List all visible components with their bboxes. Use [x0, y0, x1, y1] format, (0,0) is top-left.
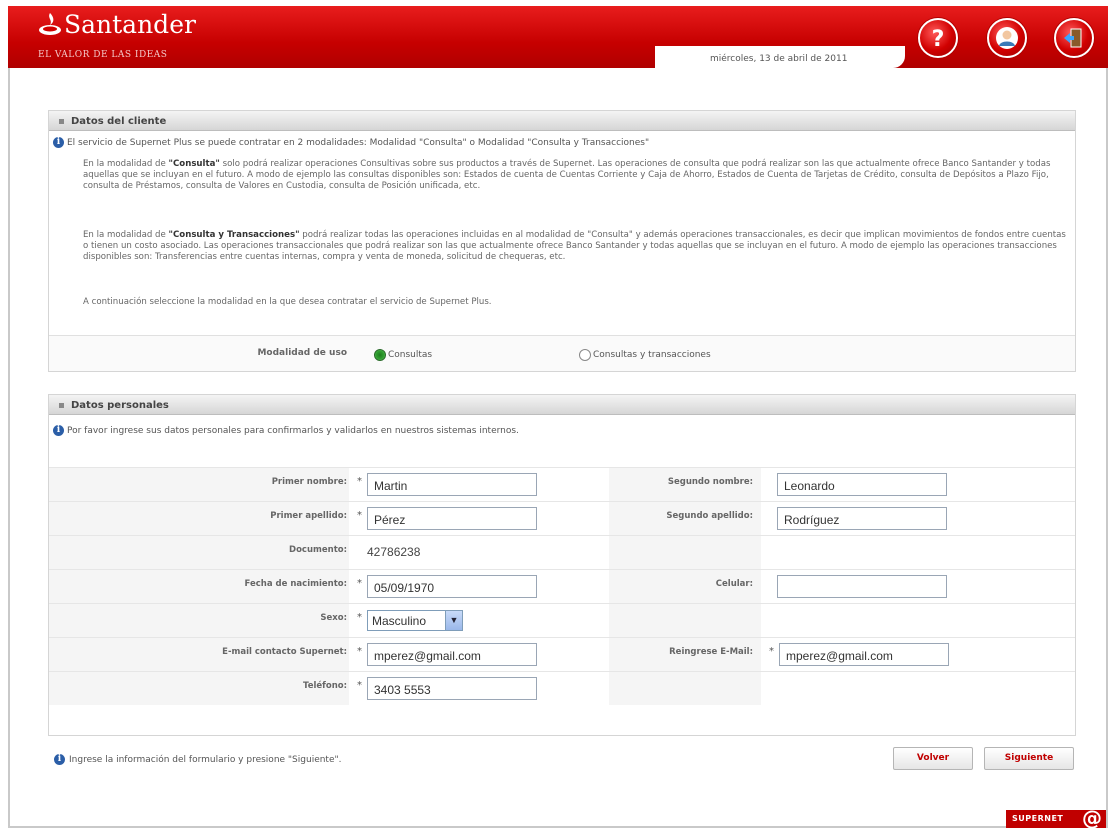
- para-text: solo podrá realizar operaciones Consulti…: [83, 159, 1051, 191]
- documento-value: 42786238: [367, 545, 421, 559]
- footer-hint-text: Ingrese la información del formulario y …: [69, 755, 342, 765]
- info-icon: i: [53, 425, 64, 436]
- telefono-input[interactable]: 3403 5553: [367, 677, 537, 700]
- section-title: Datos personales: [49, 395, 1075, 415]
- modalidad-label: Modalidad de uso: [257, 348, 347, 358]
- flame-icon: [39, 13, 61, 35]
- help-icon: ?: [932, 27, 945, 51]
- primer-apellido-input[interactable]: Pérez: [367, 507, 537, 530]
- exit-button[interactable]: [1054, 18, 1094, 58]
- radio-consultas[interactable]: [374, 349, 386, 361]
- svg-text:?: ?: [932, 27, 945, 51]
- fecha-nacimiento-input[interactable]: 05/09/1970: [367, 575, 537, 598]
- help-button[interactable]: ?: [918, 18, 958, 58]
- documento-label: Documento:: [289, 545, 347, 555]
- paragraph-consulta: En la modalidad de "Consulta" solo podrá…: [83, 159, 1068, 192]
- required-mark: *: [357, 578, 362, 589]
- footer-hint: i Ingrese la información del formulario y…: [54, 754, 342, 765]
- section-datos-personales: Datos personales i Por favor ingrese sus …: [48, 394, 1076, 736]
- brand-name: Santander: [64, 10, 196, 39]
- reingrese-email-label: Reingrese E-Mail:: [669, 647, 753, 657]
- segundo-apellido-label: Segundo apellido:: [666, 511, 753, 521]
- celular-label: Celular:: [715, 579, 753, 589]
- info-icon: i: [54, 754, 65, 765]
- form-row-documento: Documento: 42786238: [49, 535, 1075, 569]
- para-text: En la modalidad de: [83, 230, 169, 240]
- header: Santander El Valor de las Ideas miércole…: [0, 0, 1111, 80]
- sexo-label: Sexo:: [320, 613, 347, 623]
- required-mark: *: [357, 476, 362, 487]
- email-label: E-mail contacto Supernet:: [222, 647, 347, 657]
- form-row-fecha: Fecha de nacimiento: * 05/09/1970 Celula…: [49, 569, 1075, 603]
- telefono-label: Teléfono:: [303, 681, 347, 691]
- supernet-at-icon: @: [1082, 806, 1102, 830]
- reingrese-email-input[interactable]: mperez@gmail.com: [779, 643, 949, 666]
- segundo-nombre-label: Segundo nombre:: [667, 477, 753, 487]
- paragraph-transacciones: En la modalidad de "Consulta y Transacci…: [83, 230, 1068, 263]
- form-row-sexo: Sexo: * Masculino ▼: [49, 603, 1075, 637]
- user-profile-button[interactable]: [987, 18, 1027, 58]
- siguiente-button[interactable]: Siguiente: [984, 747, 1074, 770]
- exit-icon: [1064, 28, 1082, 48]
- radio-consultas-transacciones[interactable]: [579, 349, 591, 361]
- frame-border-left: [8, 68, 10, 828]
- required-mark: *: [357, 612, 362, 623]
- section-title: Datos del cliente: [49, 111, 1075, 131]
- form-row-email: E-mail contacto Supernet: * mperez@gmail…: [49, 637, 1075, 671]
- paragraph-seleccione: A continuación seleccione la modalidad e…: [83, 297, 492, 307]
- radio-consultas-label[interactable]: Consultas: [388, 350, 432, 360]
- para-emphasis: "Consulta": [168, 159, 220, 169]
- frame-border-bottom: [8, 826, 1108, 828]
- required-mark: *: [357, 680, 362, 691]
- form-row-telefono: Teléfono: * 3403 5553: [49, 671, 1075, 705]
- supernet-text: Supernet: [1012, 814, 1064, 823]
- sexo-selected-value: Masculino: [372, 614, 427, 628]
- segundo-nombre-input[interactable]: Leonardo: [777, 473, 947, 496]
- frame-border-right: [1106, 68, 1108, 828]
- primer-apellido-label: Primer apellido:: [270, 511, 347, 521]
- primer-nombre-label: Primer nombre:: [271, 477, 347, 487]
- para-text: En la modalidad de: [83, 159, 169, 169]
- sexo-select[interactable]: Masculino ▼: [367, 610, 463, 631]
- user-icon: [996, 27, 1018, 49]
- personales-intro-text: Por favor ingrese sus datos personales p…: [67, 426, 519, 436]
- required-mark: *: [769, 646, 774, 657]
- required-mark: *: [357, 510, 362, 521]
- email-input[interactable]: mperez@gmail.com: [367, 643, 537, 666]
- fecha-nacimiento-label: Fecha de nacimiento:: [244, 579, 347, 589]
- para-emphasis: "Consulta y Transacciones": [168, 230, 300, 240]
- form-row-apellidos: Primer apellido: * Pérez Segundo apellid…: [49, 501, 1075, 535]
- required-mark: *: [357, 646, 362, 657]
- info-icon: i: [53, 137, 64, 148]
- modalidad-row: Modalidad de uso Consultas Consultas y t…: [49, 335, 1075, 371]
- personales-intro: i Por favor ingrese sus datos personales …: [53, 425, 519, 436]
- radio-consultas-transacciones-label[interactable]: Consultas y transacciones: [593, 350, 711, 360]
- cliente-intro: i El servicio de Supernet Plus se puede c…: [53, 137, 649, 148]
- form-row-nombres: Primer nombre: * Martin Segundo nombre: …: [49, 467, 1075, 501]
- volver-button[interactable]: Volver: [893, 747, 973, 770]
- celular-input[interactable]: [777, 575, 947, 598]
- current-date: miércoles, 13 de abril de 2011: [710, 54, 848, 64]
- cliente-intro-text: El servicio de Supernet Plus se puede co…: [67, 138, 650, 148]
- brand-tagline: El Valor de las Ideas: [38, 50, 168, 60]
- section-datos-cliente: Datos del cliente i El servicio de Supern…: [48, 110, 1076, 372]
- chevron-down-icon[interactable]: ▼: [445, 611, 462, 630]
- segundo-apellido-input[interactable]: Rodríguez: [777, 507, 947, 530]
- primer-nombre-input[interactable]: Martin: [367, 473, 537, 496]
